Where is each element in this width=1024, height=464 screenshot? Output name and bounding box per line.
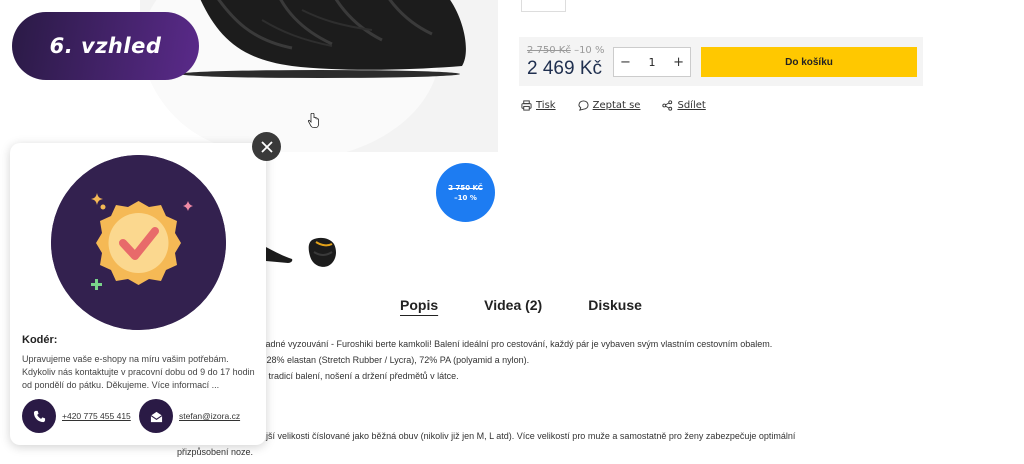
phone-icon[interactable] (22, 399, 56, 433)
tab-videa[interactable]: Videa (2) (484, 297, 542, 313)
add-to-cart-button[interactable]: Do košíku (701, 47, 917, 77)
description-line-2: e: 28% elastan (Stretch Rubber / Lycra),… (256, 355, 529, 365)
print-label: Tisk (536, 100, 556, 111)
plus-icon[interactable]: + (673, 55, 684, 70)
size-option[interactable] (521, 0, 566, 12)
email-link[interactable]: stefan@izora.cz (179, 411, 240, 421)
current-price: 2 469 Kč (527, 58, 602, 79)
close-popup-button[interactable] (252, 132, 281, 161)
discount-percent: –10 % (574, 45, 605, 56)
old-price-value: 2 750 Kč (527, 45, 571, 56)
step-badge: 6. vzhled (12, 12, 199, 80)
quantity-stepper[interactable]: − 1 + (613, 47, 691, 77)
description-line-4: nější velikosti číslované jako běžná obu… (256, 431, 796, 441)
email-icon[interactable] (139, 399, 173, 433)
tab-diskuse[interactable]: Diskuse (588, 297, 642, 313)
description-line-1: snadné vyzouvání - Furoshiki berte kamko… (256, 339, 773, 349)
shoe-sole (180, 70, 460, 78)
thumbnail-shoe-folded[interactable] (306, 234, 340, 270)
description-material: 28% elastan (Stretch Rubber / Lycra), 72… (266, 355, 530, 365)
description-line-3: ou tradicí balení, nošení a držení předm… (256, 371, 459, 381)
contact-popup: Kodér: Upravujeme vaše e-shopy na míru v… (10, 143, 266, 445)
thumbnail-shoe-side[interactable] (262, 237, 294, 269)
ask-label: Zeptat se (592, 100, 641, 111)
badge-checkmark-illustration (51, 155, 226, 330)
popup-text: Upravujeme vaše e-shopy na míru vašim po… (22, 354, 255, 390)
description-line-5: přizpůsobení noze. (177, 447, 254, 457)
popup-heading: Kodér: (22, 334, 58, 346)
close-icon (260, 140, 273, 153)
minus-icon[interactable]: − (620, 55, 631, 70)
print-link[interactable]: Tisk (521, 100, 556, 111)
phone-link[interactable]: +420 775 455 415 (62, 411, 131, 421)
share-label: Sdílet (677, 100, 706, 111)
ask-link[interactable]: Zeptat se (578, 100, 641, 111)
discount-badge-old-price: 2 750 KČ (448, 183, 483, 192)
quantity-value[interactable]: 1 (649, 56, 656, 69)
share-icon (662, 100, 673, 111)
chat-icon (578, 100, 589, 111)
step-badge-label: 6. vzhled (49, 34, 162, 58)
print-icon (521, 100, 532, 111)
hand-cursor-icon (308, 113, 319, 128)
shoe-image (200, 0, 466, 70)
discount-badge-percent: –10 % (454, 193, 477, 202)
share-link[interactable]: Sdílet (662, 100, 706, 111)
product-image[interactable] (140, 0, 498, 152)
product-actions: Tisk Zeptat se Sdílet (521, 100, 706, 111)
price-box: 2 750 Kč –10 % 2 469 Kč − 1 + Do košíku (519, 37, 923, 86)
old-price: 2 750 Kč –10 % (527, 45, 604, 56)
discount-badge: 2 750 KČ –10 % (436, 163, 495, 222)
product-tabs: Popis Videa (2) Diskuse (400, 297, 642, 313)
tab-popis[interactable]: Popis (400, 297, 438, 313)
